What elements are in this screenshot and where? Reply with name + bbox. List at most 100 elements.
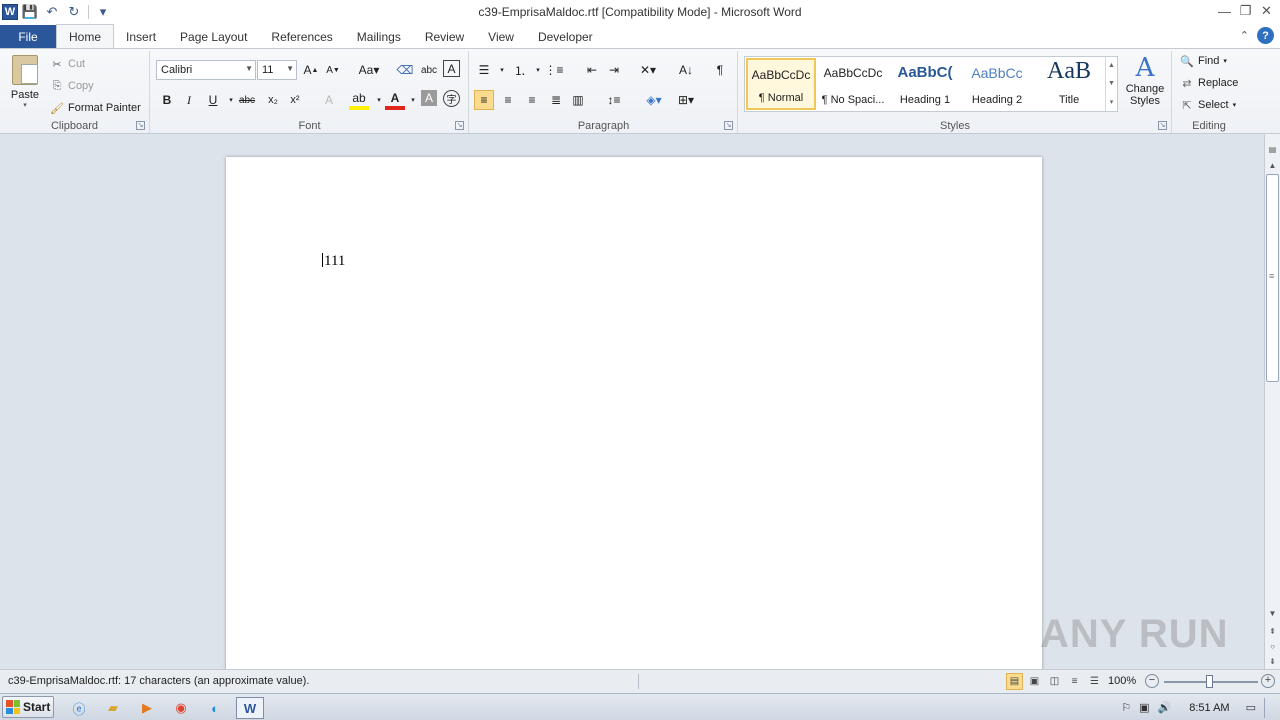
character-shading-icon[interactable]: A [421,90,437,106]
line-spacing-icon[interactable]: ↕≡ [604,90,624,110]
style-title[interactable]: AaB Title [1034,58,1104,110]
borders-icon[interactable]: ⊞▾ [676,90,696,110]
next-page-icon[interactable]: ⇟ [1265,654,1280,668]
replace-button[interactable]: ⇄ Replace [1180,76,1238,90]
media-player-icon[interactable]: ▶ [136,697,158,719]
align-right-button[interactable]: ≡ [522,90,542,110]
web-layout-icon[interactable]: ◫ [1046,673,1063,690]
change-case-icon[interactable]: Aa▾ [355,60,383,80]
tab-mailings[interactable]: Mailings [345,25,413,48]
bullets-icon[interactable]: ☰ [474,60,494,80]
zoom-slider-thumb[interactable] [1206,675,1213,688]
clipboard-launcher-icon[interactable]: ↘ [136,121,145,130]
multilevel-list-icon[interactable]: ⋮≡ [544,60,564,80]
clock[interactable]: 8:51 AM [1189,702,1229,714]
document-body[interactable]: 111 [322,253,345,270]
print-layout-icon[interactable]: ▤ [1006,673,1023,690]
shading-icon[interactable]: ◈▾ [644,90,664,110]
tab-references[interactable]: References [259,25,344,48]
styles-launcher-icon[interactable]: ↘ [1158,121,1167,130]
shrink-font-icon[interactable]: A ▼ [323,60,343,80]
character-border-icon[interactable]: A [443,60,460,77]
tab-file[interactable]: File [0,25,56,48]
tab-page-layout[interactable]: Page Layout [168,25,259,48]
minimize-icon[interactable]: — [1215,2,1234,20]
align-center-button[interactable]: ≡ [498,90,518,110]
network-icon[interactable]: ▣ [1139,701,1149,714]
flag-icon[interactable]: ⚐ [1121,701,1131,714]
distributed-button[interactable]: ▥ [568,90,588,110]
undo-icon[interactable]: ↶ [42,2,62,22]
grow-font-icon[interactable]: A ▲ [301,60,321,80]
full-screen-reading-icon[interactable]: ▣ [1026,673,1043,690]
customize-qat-icon[interactable]: ▾ [93,2,113,22]
ruler-toggle-icon[interactable]: ▤ [1265,142,1280,156]
browse-object-icon[interactable]: ○ [1265,639,1280,653]
strikethrough-button[interactable]: abc [237,90,257,110]
find-button[interactable]: 🔍 Find ▾ [1180,54,1227,68]
zoom-out-icon[interactable]: − [1145,674,1159,688]
close-icon[interactable]: ✕ [1257,2,1276,20]
tab-home[interactable]: Home [56,24,115,48]
font-color-icon[interactable]: A [385,90,405,110]
style-heading-2[interactable]: AaBbCc Heading 2 [962,58,1032,110]
show-desktop-button[interactable] [1264,697,1278,718]
style-normal[interactable]: AaBbCcDc ¶ Normal [746,58,816,110]
underline-button[interactable]: U [203,90,223,110]
save-icon[interactable]: 💾 [20,2,40,22]
tab-view[interactable]: View [476,25,526,48]
internet-explorer-icon[interactable]: ⓔ [68,697,90,719]
scroll-up-icon[interactable]: ▲ [1265,158,1280,172]
vertical-scrollbar[interactable]: ▤ ▲ ▼ ⇞ ○ ⇟ [1264,134,1280,669]
font-size-combo[interactable]: 11 ▼ [257,60,297,80]
chevron-down-icon[interactable]: ▾ [492,60,512,80]
volume-icon[interactable]: 🔊 [1158,701,1172,714]
phonetic-guide-icon[interactable]: abc [419,60,439,80]
scroll-thumb[interactable] [1266,174,1279,382]
outline-icon[interactable]: ≡ [1066,673,1083,690]
draft-icon[interactable]: ☰ [1086,673,1103,690]
paste-button[interactable]: Paste ▾ [6,53,44,115]
previous-page-icon[interactable]: ⇞ [1265,624,1280,638]
action-center-icon[interactable]: ▭ [1246,701,1256,714]
document-page[interactable]: 111 [226,157,1042,669]
subscript-button[interactable]: x₂ [263,90,283,110]
sort-icon[interactable]: A↓ [676,60,696,80]
align-left-button[interactable]: ≡ [474,90,494,110]
italic-button[interactable]: I [179,90,199,110]
chevron-down-icon[interactable]: ▾ [403,90,423,110]
chrome-icon[interactable]: ◉ [170,697,192,719]
edge-icon[interactable]: ◐ [204,697,226,719]
highlight-color-icon[interactable]: ab [349,90,369,110]
enclose-characters-icon[interactable]: 字 [443,90,460,107]
text-effects-icon[interactable]: A [319,90,339,110]
minimize-ribbon-icon[interactable]: ⌃ [1240,29,1249,42]
bold-button[interactable]: B [157,90,177,110]
zoom-in-icon[interactable]: + [1261,674,1275,688]
numbering-icon[interactable]: ⒈ [510,60,530,80]
paragraph-launcher-icon[interactable]: ↘ [724,121,733,130]
word-logo-icon[interactable]: W [2,4,18,20]
clear-formatting-icon[interactable]: ⌫ [395,60,415,80]
show-formatting-marks-icon[interactable]: ¶ [710,60,730,80]
help-icon[interactable]: ? [1257,27,1274,44]
font-name-combo[interactable]: Calibri ▼ [156,60,256,80]
select-button[interactable]: ⇱ Select ▾ [1180,98,1236,112]
cut-button[interactable]: ✂ Cut [50,57,85,71]
zoom-level[interactable]: 100% [1108,675,1136,687]
tab-insert[interactable]: Insert [114,25,168,48]
tab-review[interactable]: Review [413,25,476,48]
style-no-spacing[interactable]: AaBbCcDc ¶ No Spaci... [818,58,888,110]
redo-icon[interactable]: ↻ [64,2,84,22]
change-styles-button[interactable]: A Change Styles [1122,53,1168,115]
restore-icon[interactable]: ❐ [1236,2,1255,20]
file-explorer-icon[interactable]: ▰ [102,697,124,719]
asian-layout-icon[interactable]: ✕▾ [638,60,658,80]
copy-button[interactable]: ⎘ Copy [50,79,94,93]
more-styles-icon[interactable]: ▾ [1110,98,1114,106]
start-button[interactable]: Start [2,696,54,718]
justify-button[interactable]: ≣ [546,90,566,110]
decrease-indent-icon[interactable]: ⇤ [582,60,602,80]
superscript-button[interactable]: x² [285,90,305,110]
scroll-up-icon[interactable]: ▲ [1108,62,1115,69]
